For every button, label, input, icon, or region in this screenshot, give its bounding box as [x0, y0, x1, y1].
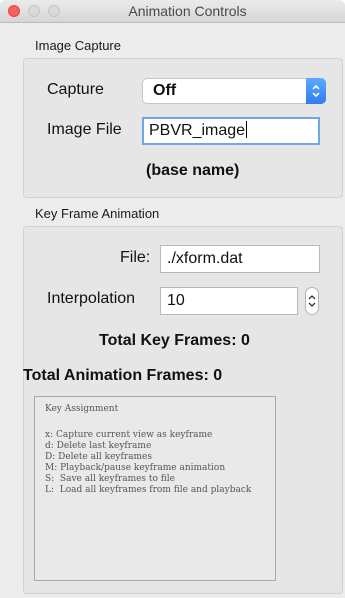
image-capture-group: Capture Off Image File PBVR_image (base … [23, 58, 343, 198]
image-file-value: PBVR_image [149, 122, 246, 139]
file-label: File: [120, 249, 151, 266]
select-arrows-icon [306, 78, 326, 104]
close-window-button[interactable] [8, 5, 20, 17]
image-file-input[interactable]: PBVR_image [142, 117, 320, 145]
interpolation-input[interactable]: 10 [160, 287, 298, 315]
file-input[interactable]: ./xform.dat [160, 245, 320, 273]
key-assignment-title: Key Assignment [45, 404, 119, 414]
image-file-label: Image File [47, 121, 122, 138]
total-key-frames: Total Key Frames: 0 [99, 332, 250, 349]
key-assignment-line: L: Load all keyframes from file and play… [45, 485, 252, 495]
capture-select[interactable]: Off [142, 78, 326, 104]
key-frame-group: File: ./xform.dat Interpolation 10 Total… [23, 226, 343, 594]
zoom-window-button[interactable] [48, 5, 60, 17]
key-assignment-line: d: Delete last keyframe [45, 441, 152, 451]
file-value: ./xform.dat [167, 250, 243, 267]
key-assignment-line: S: Save all keyframes to file [45, 474, 176, 484]
title-bar[interactable]: Animation Controls [0, 0, 345, 23]
window-title: Animation Controls [128, 3, 247, 19]
interpolation-stepper[interactable] [305, 287, 319, 315]
animation-controls-window: Animation Controls Image Capture Capture… [0, 0, 345, 598]
total-animation-frames: Total Animation Frames: 0 [23, 367, 223, 384]
text-caret [246, 121, 248, 138]
interpolation-label: Interpolation [47, 290, 136, 307]
image-capture-group-label: Image Capture [35, 38, 121, 53]
base-name-hint: (base name) [146, 162, 240, 179]
key-assignment-line: M: Playback/pause keyframe animation [45, 463, 226, 473]
minimize-window-button[interactable] [28, 5, 40, 17]
interpolation-value: 10 [167, 292, 185, 309]
key-assignment-line: D: Delete all keyframes [45, 452, 152, 462]
key-assignment-box: Key Assignment x: Capture current view a… [34, 396, 276, 581]
capture-select-value: Off [153, 82, 177, 99]
key-assignment-line: x: Capture current view as keyframe [45, 430, 213, 440]
key-frame-group-label: Key Frame Animation [35, 206, 160, 221]
capture-label: Capture [47, 81, 104, 98]
